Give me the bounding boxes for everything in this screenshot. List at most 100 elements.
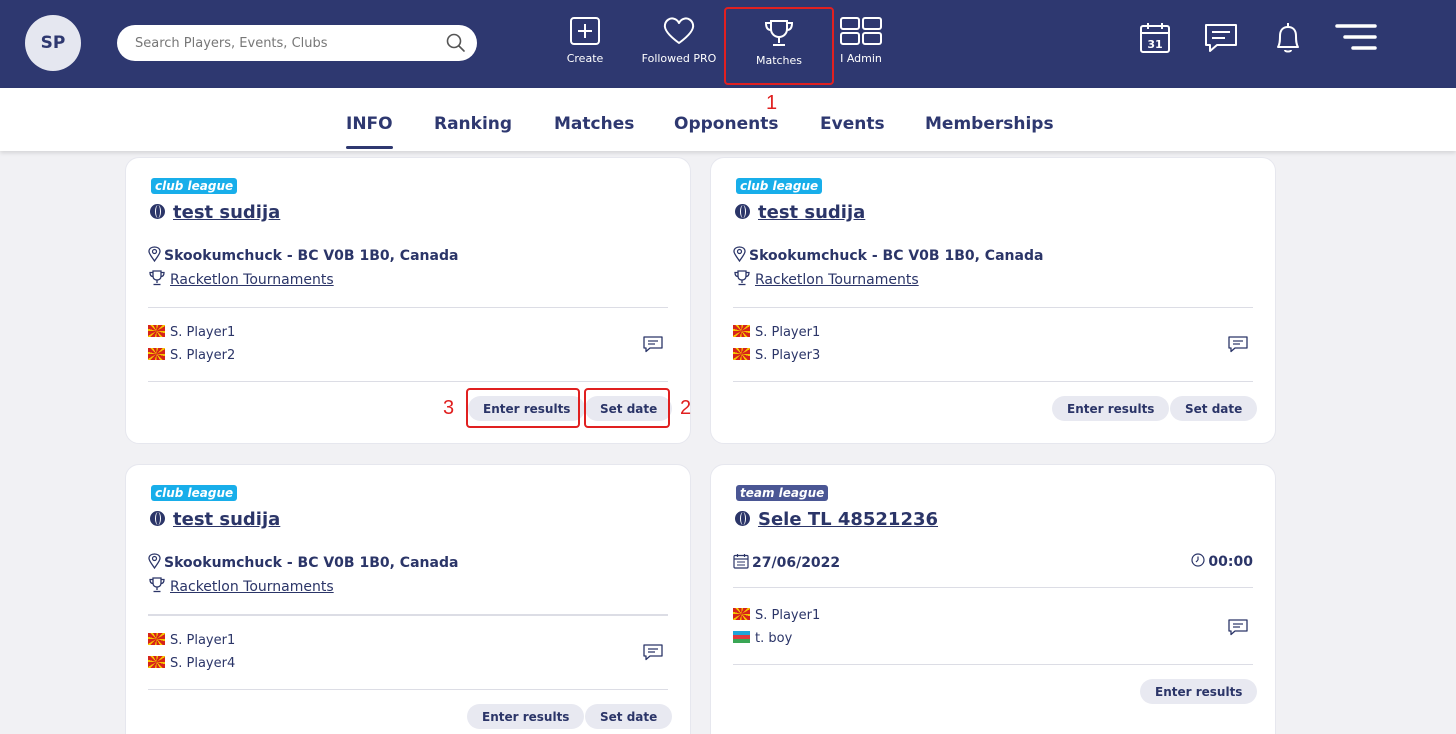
calendar-icon[interactable]: 31 [1137, 20, 1173, 56]
match-title-text[interactable]: test sudija [758, 202, 865, 223]
tab-info[interactable]: INFO [346, 114, 393, 149]
player-name[interactable]: S. Player1 [755, 608, 820, 623]
bell-icon[interactable] [1270, 20, 1306, 56]
create-button[interactable]: Create [560, 12, 610, 82]
match-title-text[interactable]: test sudija [173, 202, 280, 223]
chat-icon[interactable] [642, 643, 664, 661]
match-time-group: 00:00 [1191, 553, 1253, 570]
i-admin-button[interactable]: I Admin [836, 12, 886, 82]
followed-pro-button[interactable]: Followed PRO [636, 12, 722, 82]
user-avatar[interactable]: SP [25, 15, 81, 71]
matches-nav-button[interactable]: Matches [724, 7, 834, 85]
matches-nav-label: Matches [755, 54, 803, 67]
date-time-row: 27/06/2022 00:00 [733, 553, 1253, 571]
flag-icon [148, 325, 165, 337]
event-link[interactable]: Racketlon Tournaments [755, 272, 919, 288]
player-row[interactable]: S. Player1 [148, 325, 235, 340]
event-link[interactable]: Racketlon Tournaments [170, 579, 334, 595]
player-row[interactable]: t. boy [733, 631, 792, 646]
match-title[interactable]: Sele TL 48521236 [735, 509, 938, 530]
ball-icon [735, 511, 750, 526]
tab-matches[interactable]: Matches [554, 114, 634, 134]
profile-tabs: INFO Ranking Matches Opponents Events Me… [0, 88, 1456, 151]
tab-memberships[interactable]: Memberships [925, 114, 1054, 134]
player-name[interactable]: S. Player1 [170, 325, 235, 340]
match-title-text[interactable]: Sele TL 48521236 [758, 509, 938, 530]
flag-icon [148, 656, 165, 668]
event-link[interactable]: Racketlon Tournaments [170, 272, 334, 288]
flag-icon [733, 631, 750, 643]
league-badge: team league [736, 485, 829, 501]
enter-results-button[interactable]: Enter results [467, 704, 585, 729]
event-row[interactable]: Racketlon Tournaments [148, 577, 334, 595]
create-label: Create [566, 52, 604, 65]
match-time: 00:00 [1208, 554, 1253, 570]
event-row[interactable]: Racketlon Tournaments [148, 270, 334, 288]
tab-ranking[interactable]: Ranking [434, 114, 512, 134]
calendar-small-icon [733, 554, 749, 569]
divider [148, 381, 668, 382]
location-pin-icon [148, 553, 161, 570]
player-name[interactable]: S. Player4 [170, 656, 235, 671]
player-row[interactable]: S. Player4 [148, 656, 235, 671]
clock-icon [1191, 553, 1206, 567]
trophy-icon [149, 270, 165, 286]
message-icon[interactable] [1203, 20, 1239, 56]
tab-opponents[interactable]: Opponents [674, 114, 778, 134]
match-card: team league Sele TL 48521236 27/06/2022 … [710, 464, 1276, 734]
top-header: SP Create Followed PRO Matches [0, 0, 1456, 88]
enter-results-button[interactable]: Enter results [1140, 679, 1258, 704]
divider [733, 307, 1253, 308]
followed-pro-label: Followed PRO [641, 52, 717, 65]
heart-icon [663, 17, 695, 44]
match-title[interactable]: test sudija [150, 202, 280, 223]
location-text: Skookumchuck - BC V0B 1B0, Canada [749, 248, 1044, 264]
player-row[interactable]: S. Player1 [733, 325, 820, 340]
player-name[interactable]: S. Player1 [755, 325, 820, 340]
search-bar [117, 25, 477, 61]
match-card: club league test sudija Skookumchuck - B… [125, 157, 691, 444]
event-row[interactable]: Racketlon Tournaments [733, 270, 919, 288]
search-icon[interactable] [445, 32, 467, 54]
menu-icon[interactable] [1335, 20, 1377, 56]
tab-events[interactable]: Events [820, 114, 885, 134]
trophy-icon [149, 577, 165, 593]
player-name[interactable]: S. Player2 [170, 348, 235, 363]
player-row[interactable]: S. Player2 [148, 348, 235, 363]
location-row: Skookumchuck - BC V0B 1B0, Canada [148, 246, 458, 264]
player-row[interactable]: S. Player3 [733, 348, 820, 363]
player-row[interactable]: S. Player1 [148, 633, 235, 648]
divider [148, 614, 668, 616]
player-name[interactable]: t. boy [755, 631, 792, 646]
location-row: Skookumchuck - BC V0B 1B0, Canada [733, 246, 1043, 264]
calendar-day-text: 31 [1147, 38, 1162, 51]
set-date-button[interactable]: Set date [585, 704, 673, 729]
player-row[interactable]: S. Player1 [733, 608, 820, 623]
match-date: 27/06/2022 [752, 555, 841, 571]
chat-icon[interactable] [642, 335, 664, 353]
match-title-text[interactable]: test sudija [173, 509, 280, 530]
set-date-button[interactable]: Set date [1170, 396, 1258, 421]
league-badge: club league [151, 178, 238, 194]
tennis-ball-icon [150, 204, 165, 219]
tennis-ball-icon [150, 511, 165, 526]
location-row: Skookumchuck - BC V0B 1B0, Canada [148, 553, 458, 571]
enter-results-button[interactable]: Enter results [1052, 396, 1170, 421]
match-title[interactable]: test sudija [150, 509, 280, 530]
flag-icon [148, 633, 165, 645]
search-input[interactable] [117, 25, 437, 61]
grid-icon [840, 17, 882, 45]
annotation-1: 1 [766, 92, 778, 114]
trophy-icon [734, 270, 750, 286]
divider [733, 381, 1253, 382]
plus-square-icon [570, 17, 600, 45]
chat-icon[interactable] [1227, 335, 1249, 353]
chat-icon[interactable] [1227, 618, 1249, 636]
match-title[interactable]: test sudija [735, 202, 865, 223]
divider [148, 689, 668, 690]
location-pin-icon [733, 246, 746, 263]
player-name[interactable]: S. Player3 [755, 348, 820, 363]
player-name[interactable]: S. Player1 [170, 633, 235, 648]
league-badge: club league [151, 485, 238, 501]
location-text: Skookumchuck - BC V0B 1B0, Canada [164, 555, 459, 571]
